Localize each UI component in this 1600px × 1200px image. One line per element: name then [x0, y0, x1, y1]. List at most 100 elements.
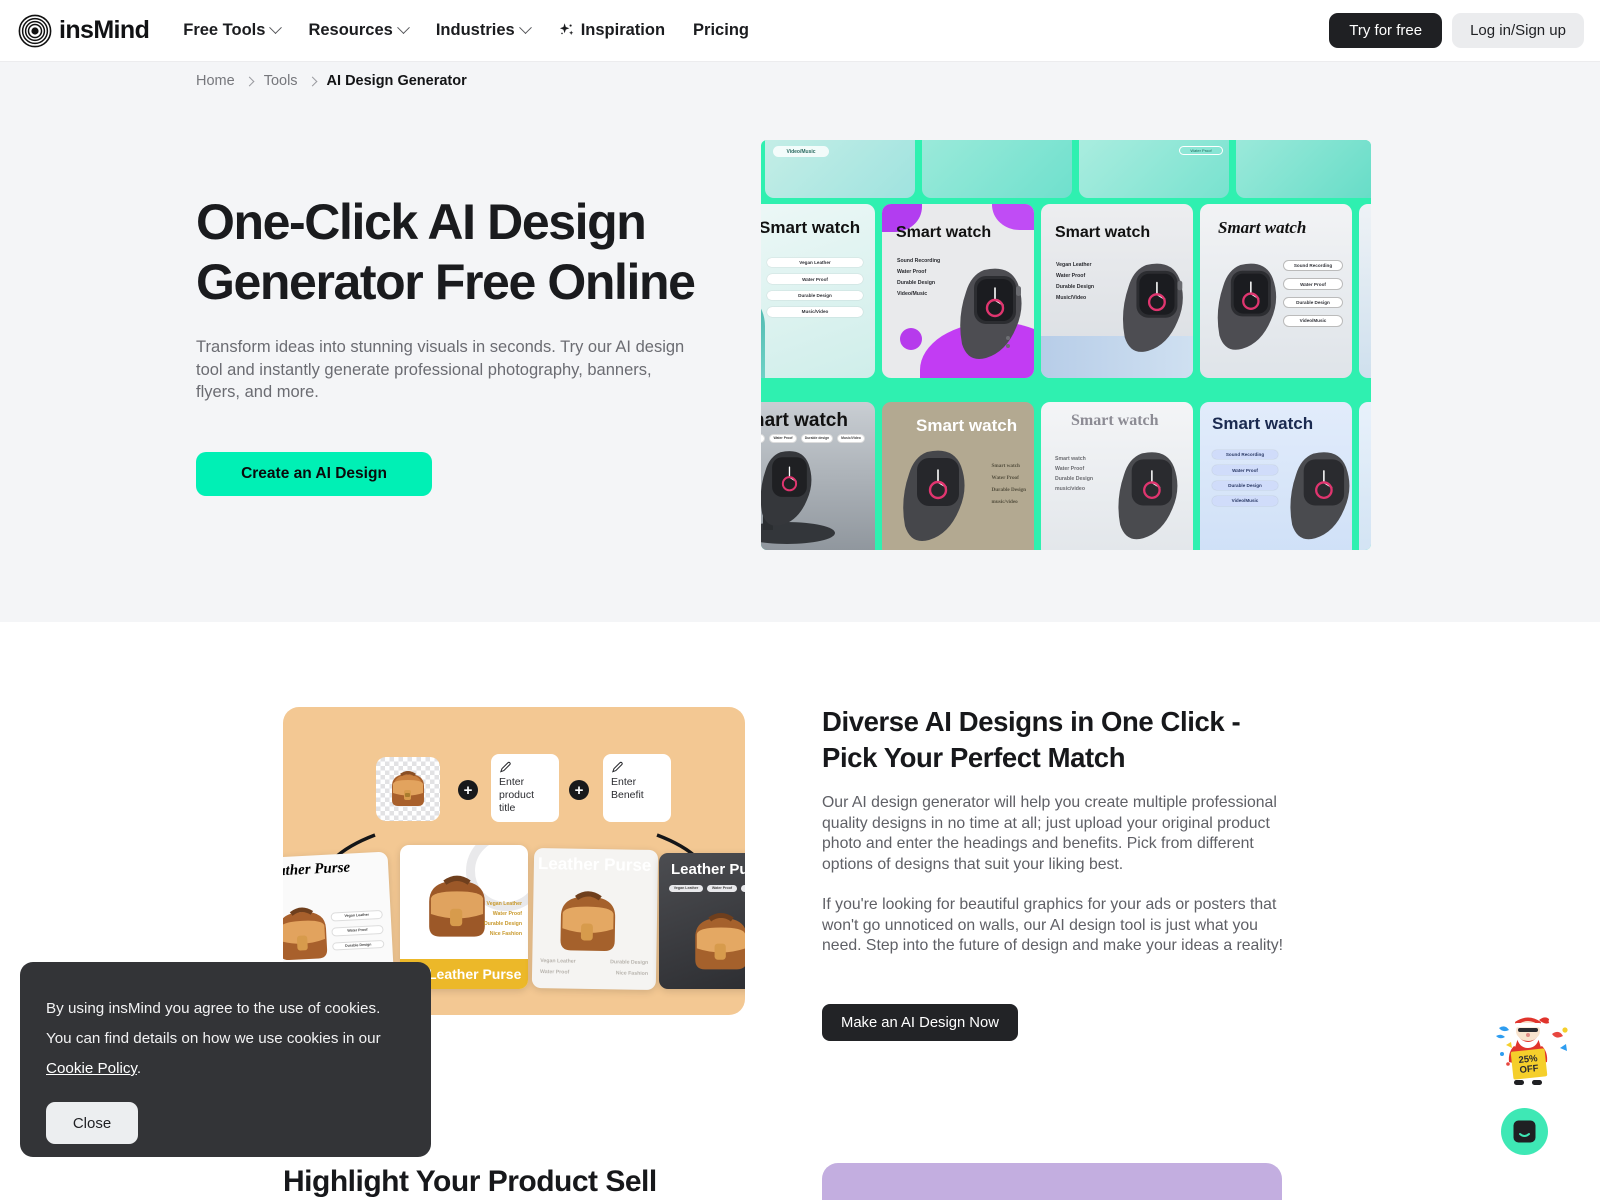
main-nav: Free Tools Resources Industries Inspirat…: [183, 21, 749, 40]
feature-pill: Sound Recording: [1212, 450, 1278, 460]
collage-card: [1359, 204, 1371, 378]
breadcrumb-item-tools[interactable]: Tools: [264, 73, 298, 89]
section-title: Diverse AI Designs in One Click - Pick Y…: [822, 706, 1241, 773]
benefit-input-card[interactable]: Enter Benefit: [603, 754, 671, 822]
feature-pill: Water Proof: [767, 274, 863, 284]
site-header: insMind Free Tools Resources Industries …: [0, 0, 1600, 62]
feature-pill: Durable Design: [1283, 296, 1343, 309]
create-ai-design-button[interactable]: Create an AI Design: [196, 452, 432, 496]
section-paragraph-2: If you're looking for beautiful graphics…: [822, 896, 1284, 954]
plus-icon: +: [569, 780, 589, 800]
collage-card: Smart watch Smart watch Water Proof Durabl…: [882, 402, 1034, 550]
collage-card: Smart watch Vegan Leather Water Proof Dura…: [1041, 204, 1193, 378]
collage-card: [922, 140, 1072, 198]
nav-label: Pricing: [693, 21, 749, 39]
leather-purse-image: [695, 913, 745, 970]
cookie-policy-line: Cookie Policy.: [46, 1054, 405, 1084]
chat-widget-button[interactable]: [1501, 1108, 1548, 1155]
smartwatch-product-image: [1122, 263, 1183, 352]
collage-card: Smart watch Sound AT Water Proof Durable…: [761, 402, 875, 550]
collage-card: Water Proof: [1079, 140, 1229, 198]
chevron-right-icon: [244, 76, 255, 86]
feature-pill: Water Proof: [1212, 465, 1278, 475]
cookie-consent-banner: By using insMind you agree to the use of…: [20, 962, 431, 1157]
period: .: [136, 1060, 142, 1077]
svg-text:OFF: OFF: [1519, 1063, 1539, 1076]
chevron-down-icon: [269, 21, 283, 35]
section-paragraph-1: Our AI design generator will help you cr…: [822, 794, 1277, 873]
collage-row-1: Smart watch Vegan Leather Water Proof Du…: [761, 204, 1371, 378]
result-card: Leather Purse Vegan Leather Water Proof D…: [531, 847, 659, 991]
hero-subtitle: Transform ideas into stunning visuals in…: [196, 338, 685, 401]
chevron-down-icon: [518, 21, 532, 35]
smartwatch-product-image: [903, 450, 965, 542]
plus-icon: +: [458, 780, 478, 800]
feature-pill: Water Proof: [1283, 278, 1343, 290]
hero-collage-image: Video/Music Water Proof Smart watch Vega…: [761, 140, 1371, 550]
collage-card: Smart watch Smart watch Water Proof Durabl…: [1041, 402, 1193, 550]
section3-title: Highlight Your Product Sell: [283, 1165, 657, 1198]
nav-item-industries[interactable]: Industries: [436, 21, 532, 40]
result-card: Leather Purse Vegan Leather Water Proof …: [659, 853, 745, 989]
product-title-input-card[interactable]: Enter product title: [491, 754, 559, 822]
collage-card: Smart watch Sound Recording Water Proof …: [1200, 402, 1352, 550]
feature-pill: Music/Video: [767, 307, 863, 317]
breadcrumb-item-current: AI Design Generator: [326, 73, 467, 89]
smartwatch-product-image: [1363, 254, 1371, 356]
cookie-policy-link[interactable]: Cookie Policy: [46, 1060, 137, 1077]
nav-item-free-tools[interactable]: Free Tools: [183, 21, 283, 40]
leather-purse-image: [560, 891, 616, 951]
santa-promo-icon: 25% OFF: [1496, 1017, 1568, 1085]
nav-item-resources[interactable]: Resources: [308, 21, 410, 40]
benefit-placeholder: Enter Benefit: [611, 776, 644, 801]
try-for-free-button[interactable]: Try for free: [1329, 13, 1443, 48]
feature-pill: Vegan Leather: [767, 258, 863, 268]
collage-row-2: Smart watch Sound AT Water Proof Durable…: [761, 402, 1371, 550]
feature-pill: Video/Music: [1212, 496, 1278, 506]
page-title: One-Click AI Design Generator Free Onlin…: [196, 194, 696, 310]
make-ai-design-now-button[interactable]: Make an AI Design Now: [822, 1004, 1018, 1041]
collage-card: [1236, 140, 1371, 198]
santa-promo-badge[interactable]: 25% OFF: [1482, 1006, 1574, 1094]
breadcrumb: Home Tools AI Design Generator: [196, 73, 467, 89]
logo-text: insMind: [59, 16, 150, 44]
collage-card: Smart watch Sound Recording Water Proof …: [1200, 204, 1352, 378]
smartwatch-product-image: [1118, 452, 1178, 540]
nav-item-pricing[interactable]: Pricing: [693, 21, 749, 40]
cookie-text-line2: You can find details on how we use cooki…: [46, 1030, 381, 1047]
chat-bubble-icon: [1513, 1120, 1536, 1143]
feature-pill: Durable Design: [767, 290, 863, 301]
chevron-down-icon: [396, 21, 410, 35]
chevron-right-icon: [307, 76, 317, 86]
benefit-pill: Vegan Leather: [330, 909, 383, 922]
smartwatch-product-image: [1290, 452, 1350, 540]
nav-label: Resources: [308, 21, 393, 39]
smartwatch-product-image: [1217, 263, 1277, 350]
feature-pill: Sound Recording: [1283, 260, 1343, 272]
cookie-close-button[interactable]: Close: [46, 1102, 138, 1144]
section3-panel: [822, 1163, 1282, 1200]
hero-section: Home Tools AI Design Generator One-Click…: [0, 62, 1600, 622]
logo[interactable]: insMind: [18, 14, 150, 48]
smartwatch-product-image: [761, 451, 812, 526]
leather-purse-icon: [392, 771, 424, 806]
product-title-placeholder: Enter product title: [499, 776, 535, 814]
smartwatch-product-image: [960, 268, 1022, 360]
nav-label: Free Tools: [183, 21, 266, 39]
collage-card: Smart watch Vegan Leather Water Proof Du…: [761, 204, 875, 378]
login-signup-button[interactable]: Log in/Sign up: [1452, 13, 1584, 48]
cookie-text-line1: By using insMind you agree to the use of…: [46, 1000, 381, 1017]
collage-card: Smart watch Sound Recording Water Proof Du…: [882, 204, 1034, 378]
nav-label: Inspiration: [580, 21, 666, 39]
breadcrumb-item-home[interactable]: Home: [196, 73, 235, 89]
header-actions: Try for free Log in/Sign up: [1329, 13, 1584, 48]
feature-pill: Video/Music: [1283, 315, 1343, 327]
pencil-icon: [611, 761, 623, 773]
collage-card: Video/Music: [765, 140, 915, 198]
collage-row-top: Video/Music Water Proof: [765, 140, 1371, 198]
nav-item-inspiration[interactable]: Inspiration: [558, 21, 665, 40]
pencil-icon: [499, 761, 511, 773]
product-photo-thumbnail: [376, 757, 440, 821]
collage-card: [1359, 402, 1371, 550]
feature-pill: Durable Design: [1212, 480, 1278, 491]
